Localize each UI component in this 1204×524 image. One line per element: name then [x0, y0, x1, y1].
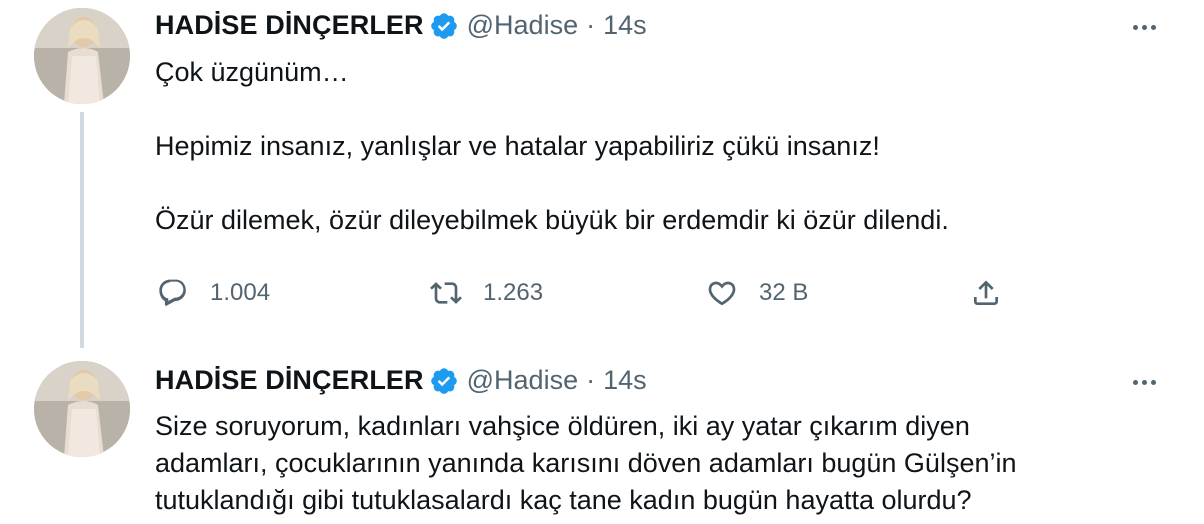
reply-count: 1.004	[210, 279, 271, 306]
timestamp[interactable]: 14s	[603, 10, 647, 41]
share-icon	[974, 280, 998, 305]
author-name[interactable]: HADİSE DİNÇERLER	[155, 365, 424, 396]
reply-icon	[159, 279, 186, 306]
tweet-header: HADİSE DİNÇERLER @Hadise · 14s	[155, 10, 647, 41]
tweet-paragraph: Size soruyorum, kadınları vahşice öldüre…	[155, 411, 1017, 515]
tweet-1[interactable]: HADİSE DİNÇERLER @Hadise · 14s Çok üzgün…	[0, 0, 1204, 348]
verified-badge-icon	[429, 11, 459, 41]
separator-dot: ·	[586, 365, 596, 395]
avatar-photo	[34, 361, 130, 457]
like-count: 32 B	[759, 279, 809, 306]
tweet-paragraph: Özür dilemek, özür dileyebilmek büyük bi…	[155, 205, 949, 235]
tweet-2[interactable]: HADİSE DİNÇERLER @Hadise · 14s Size soru…	[0, 350, 1204, 524]
tweet-paragraph: Hepimiz insanız, yanlışlar ve hatalar ya…	[155, 131, 880, 161]
avatar[interactable]	[34, 361, 130, 457]
author-handle[interactable]: @Hadise	[467, 10, 578, 41]
retweet-icon	[430, 282, 462, 304]
retweet-count: 1.263	[483, 279, 544, 306]
author-handle[interactable]: @Hadise	[467, 365, 578, 396]
separator-dot: ·	[586, 10, 596, 40]
author-name[interactable]: HADİSE DİNÇERLER	[155, 10, 424, 41]
tweet-actions: 1.004 1.263 32 B	[155, 277, 1015, 317]
thread-connector-line	[80, 112, 84, 348]
heart-icon	[708, 281, 736, 306]
tweet-text: Çok üzgünüm… Hepimiz insanız, yanlışlar …	[155, 54, 1165, 239]
verified-badge-icon	[429, 366, 459, 396]
more-options-icon[interactable]	[1124, 12, 1164, 42]
tweet-text: Size soruyorum, kadınları vahşice öldüre…	[155, 408, 1055, 519]
tweet-header: HADİSE DİNÇERLER @Hadise · 14s	[155, 365, 647, 396]
avatar[interactable]	[34, 8, 130, 104]
timestamp[interactable]: 14s	[603, 365, 647, 396]
tweet-paragraph: Çok üzgünüm…	[155, 57, 349, 87]
reply-button[interactable]: 1.004	[157, 277, 270, 309]
retweet-button[interactable]: 1.263	[430, 277, 543, 309]
like-button[interactable]: 32 B	[706, 277, 808, 309]
more-options-icon[interactable]	[1124, 367, 1164, 397]
share-button[interactable]	[970, 277, 1002, 309]
avatar-photo	[34, 8, 130, 104]
